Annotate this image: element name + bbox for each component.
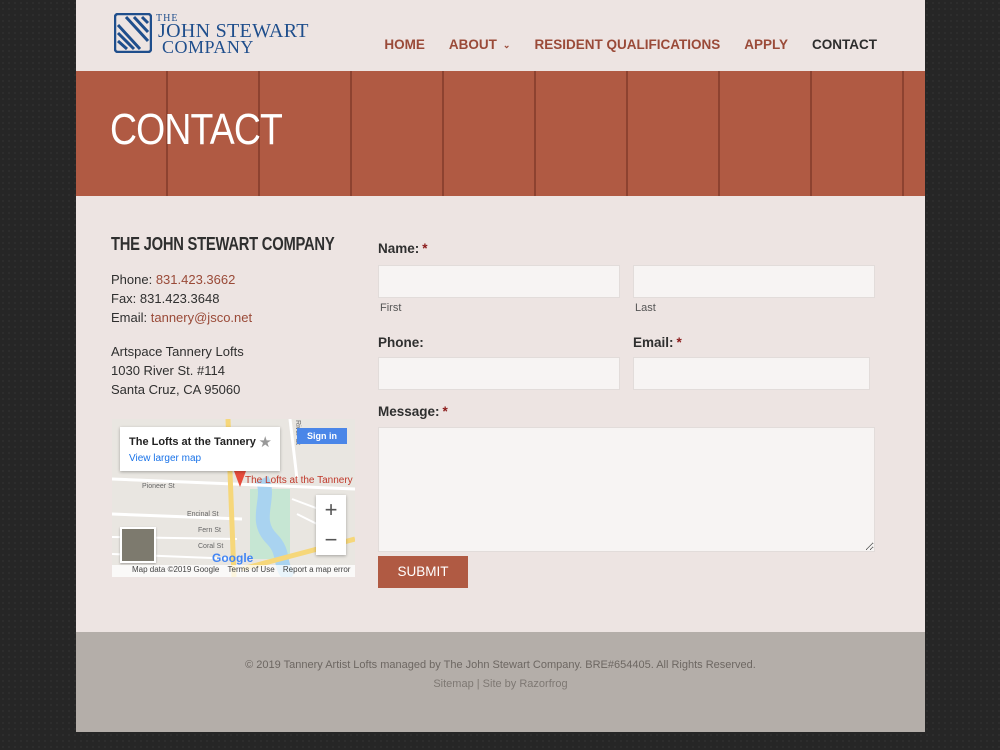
phone-field-label: Phone: [378,335,424,350]
banner-stripe [810,71,812,196]
phone-line: Phone: 831.423.3662 [111,272,235,287]
google-logo: Google [212,551,254,565]
map-pin-label: The Lofts at the Tannery [245,475,353,486]
nav-about[interactable]: ABOUT ⌄ [449,37,511,52]
embedded-map[interactable]: Pioneer St Encinal St Fern St Coral St R… [112,419,355,577]
street-label: Fern St [198,527,221,534]
fax-label: Fax: [111,291,137,306]
banner-stripe [442,71,444,196]
banner-stripe [350,71,352,196]
page-banner: CONTACT [76,71,925,196]
email-line: Email: tannery@jsco.net [111,310,252,325]
banner-stripe [902,71,904,196]
email-link[interactable]: tannery@jsco.net [151,310,252,325]
street-label: Coral St [198,543,224,550]
footer-copyright: © 2019 Tannery Artist Lofts managed by T… [245,659,756,671]
page-title: CONTACT [110,105,283,154]
nav-home[interactable]: HOME [384,37,425,52]
banner-stripe [534,71,536,196]
phone-label: Phone: [111,272,153,287]
email-field-label: Email: * [633,335,682,350]
required-mark: * [442,404,448,419]
required-mark: * [676,335,682,350]
address-name: Artspace Tannery Lofts [111,344,244,359]
razorfrog-credit-link[interactable]: Site by Razorfrog [483,678,568,690]
map-signin-button[interactable]: Sign in [297,428,347,444]
footer-separator: | [473,678,483,690]
map-attribution: Map data ©2019 Google Terms of Use Repor… [112,565,355,577]
street-label: Pioneer St [142,483,175,490]
banner-stripe [718,71,720,196]
phone-link[interactable]: 831.423.3662 [156,272,236,287]
site-header: THE JOHN STEWART COMPANY HOME ABOUT ⌄ RES… [76,0,925,71]
view-larger-map-link[interactable]: View larger map [129,453,201,464]
terms-of-use-link[interactable]: Terms of Use [228,565,275,574]
page: THE JOHN STEWART COMPANY HOME ABOUT ⌄ RES… [76,0,925,732]
nav-apply[interactable]: APPLY [744,37,788,52]
last-name-input[interactable] [633,265,875,298]
company-name: THE JOHN STEWART COMPANY [111,234,335,254]
nav-about-label: ABOUT [448,37,497,52]
first-label: First [380,302,402,314]
email-input[interactable] [633,357,870,390]
site-footer: © 2019 Tannery Artist Lofts managed by T… [76,632,925,732]
logo-mark-icon [114,13,152,53]
address-line2: Santa Cruz, CA 95060 [111,382,241,397]
street-label: Encinal St [187,511,219,518]
email-label: Email: [111,310,148,325]
message-textarea[interactable] [378,427,875,552]
message-label-text: Message: [378,404,440,419]
chevron-down-icon: ⌄ [502,40,511,50]
street-view-thumbnail[interactable] [120,527,156,563]
message-label: Message: * [378,404,448,419]
logo-line2: COMPANY [162,37,254,57]
zoom-in-button[interactable]: + [316,495,346,525]
map-info-card: The Lofts at the Tannery View larger map… [120,427,280,471]
fax-line: Fax: 831.423.3648 [111,291,219,306]
phone-input[interactable] [378,357,620,390]
main-nav: HOME ABOUT ⌄ RESIDENT QUALIFICATIONS APPL… [360,37,877,52]
required-mark: * [422,241,428,256]
star-icon[interactable]: ★ [259,433,272,451]
banner-stripe [626,71,628,196]
company-logo[interactable]: THE JOHN STEWART COMPANY [114,12,308,57]
submit-button[interactable]: SUBMIT [378,556,468,588]
map-zoom-controls: + − [316,495,346,555]
first-name-input[interactable] [378,265,620,298]
nav-resident-qualifications[interactable]: RESIDENT QUALIFICATIONS [534,37,720,52]
report-map-error-link[interactable]: Report a map error [283,565,351,574]
sitemap-link[interactable]: Sitemap [433,678,473,690]
last-label: Last [635,302,656,314]
email-label-text: Email: [633,335,674,350]
footer-links: Sitemap | Site by Razorfrog [76,678,925,690]
fax-value: 831.423.3648 [139,291,220,306]
address-line1: 1030 River St. #114 [111,363,225,378]
map-card-title: The Lofts at the Tannery [129,436,256,448]
map-data-text: Map data ©2019 Google [132,565,220,574]
name-label-text: Name: [378,241,420,256]
name-label: Name: * [378,241,428,256]
nav-contact[interactable]: CONTACT [812,37,877,52]
zoom-out-button[interactable]: − [316,525,346,555]
